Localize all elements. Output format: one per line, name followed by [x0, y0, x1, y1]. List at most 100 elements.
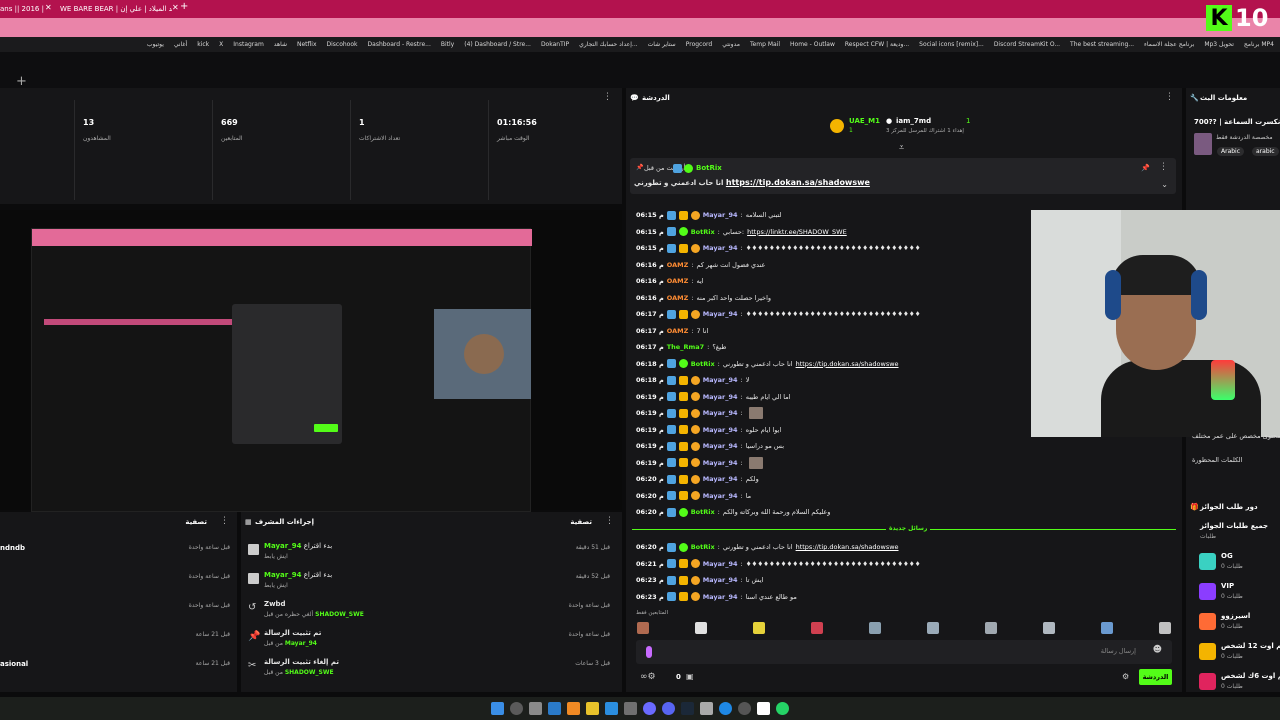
- bookmark-item[interactable]: ستاير شات: [648, 41, 676, 48]
- tag-pill[interactable]: arabic: [1252, 147, 1279, 156]
- filter-label[interactable]: تصفية: [185, 518, 207, 526]
- chat-message[interactable]: 06:17 م OAMZ:7 انا: [636, 324, 708, 338]
- prize-item[interactable]: جميع طلبات الجوائز طلبات: [1198, 520, 1280, 548]
- app-icon[interactable]: [757, 702, 770, 715]
- bookmark-item[interactable]: Respect CFW | وديعة...: [845, 41, 909, 48]
- chat-message[interactable]: 06:19 م Mayar_94:: [636, 456, 763, 470]
- more-options-icon[interactable]: ⋮: [220, 516, 229, 526]
- message-user[interactable]: OAMZ: [667, 294, 689, 302]
- chat-message[interactable]: 06:20 م BotRix: وعليكم السلام ورحمة الله و…: [636, 505, 830, 519]
- chat-message[interactable]: 06:16 م OAMZ: ايه: [636, 274, 704, 288]
- settings-icon[interactable]: ∞⚙: [640, 672, 656, 682]
- bookmark-item[interactable]: Mp3 تحويل: [1204, 41, 1234, 48]
- chat-message[interactable]: 06:20 م Mayar_94: ولكم: [636, 472, 759, 486]
- list-item[interactable]: قبل 21 ساعة: [0, 627, 236, 655]
- mod-action-row[interactable]: 📌 تم تثبيت الرسالة من قبل Mayar_94 قبل س…: [246, 627, 616, 655]
- edge-icon[interactable]: [719, 702, 732, 715]
- tag-pill[interactable]: Arabic: [1217, 147, 1245, 156]
- message-user[interactable]: Mayar_94: [703, 492, 738, 500]
- close-tab-icon[interactable]: ✕: [45, 3, 52, 12]
- chat-message[interactable]: 06:18 م BotRix: انا حاب ادعمني و تطورني ht…: [636, 357, 899, 371]
- message-user[interactable]: Mayar_94: [703, 576, 738, 584]
- message-user[interactable]: Mayar_94: [703, 560, 738, 568]
- app-icon[interactable]: [738, 702, 751, 715]
- viewer-avatar[interactable]: [1159, 622, 1171, 634]
- viewer-avatar[interactable]: [637, 622, 649, 634]
- bookmark-item[interactable]: (4) Dashboard / Stre...: [464, 41, 531, 48]
- more-options-icon[interactable]: ⋮: [605, 516, 614, 526]
- message-user[interactable]: Mayar_94: [703, 211, 738, 219]
- prize-item[interactable]: تايم اوت 6ك لشخص 0 طلبات: [1198, 670, 1280, 698]
- bookmark-item[interactable]: يوتيوب: [147, 41, 164, 48]
- message-user[interactable]: The_Rma7: [667, 343, 704, 351]
- bookmark-item[interactable]: Social icons [remix]...: [919, 41, 984, 48]
- viewer-avatar[interactable]: [1043, 622, 1055, 634]
- app-icon[interactable]: [567, 702, 580, 715]
- message-user[interactable]: BotRix: [691, 508, 715, 516]
- bookmark-item[interactable]: Bitly: [441, 41, 454, 48]
- chat-message[interactable]: 06:21 م Mayar_94: ♦♦♦♦♦♦♦♦♦♦♦♦♦♦♦♦♦♦♦♦♦♦♦♦…: [636, 557, 921, 571]
- prize-item[interactable]: تايم اوت 12 لشخص 0 طلبات: [1198, 640, 1280, 668]
- message-user[interactable]: OAMZ: [667, 277, 689, 285]
- message-user[interactable]: BotRix: [691, 360, 715, 368]
- bookmark-item[interactable]: إعداد حسابك التجاري...: [579, 41, 638, 48]
- app-icon[interactable]: [643, 702, 656, 715]
- mod-action-row[interactable]: ↺ Zwbd ألغي حظره من قبل SHADOW_SWE قبل س…: [246, 598, 616, 626]
- viewer-avatar[interactable]: [869, 622, 881, 634]
- chat-message[interactable]: 06:17 م Mayar_94: ♦♦♦♦♦♦♦♦♦♦♦♦♦♦♦♦♦♦♦♦♦♦♦♦…: [636, 307, 921, 321]
- mod-action-row[interactable]: ✂ تم إلغاء تثبيت الرسالة من قبل SHADOW_S…: [246, 656, 616, 684]
- chat-message[interactable]: 06:16 م OAMZ: عندي فضول انت شهر كم: [636, 258, 765, 272]
- pin-icon[interactable]: 📌: [1141, 164, 1150, 172]
- chat-message[interactable]: 06:19 م Mayar_94: اما الي ايام طيبه: [636, 390, 791, 404]
- bookmark-item[interactable]: Discohook: [327, 41, 358, 48]
- bookmark-item[interactable]: DokanTIP: [541, 41, 569, 48]
- bookmark-item[interactable]: kick: [197, 41, 209, 48]
- bookmark-item[interactable]: أغاني: [174, 41, 187, 48]
- chat-message[interactable]: 06:16 م OAMZ: واخيرا حصلت واحد اكبر منه: [636, 291, 771, 305]
- send-chat-button[interactable]: الدردشة: [1139, 669, 1172, 685]
- more-options-icon[interactable]: ⋮: [603, 92, 612, 102]
- viewer-avatar[interactable]: [695, 622, 707, 634]
- gear-icon[interactable]: ⚙: [1122, 672, 1129, 681]
- chat-message[interactable]: 06:15 م Mayar_94: ♦♦♦♦♦♦♦♦♦♦♦♦♦♦♦♦♦♦♦♦♦♦♦♦…: [636, 241, 921, 255]
- bookmark-item[interactable]: برنامج MP4: [1244, 41, 1274, 48]
- bookmark-item[interactable]: Progcord: [686, 41, 712, 48]
- message-user[interactable]: Mayar_94: [703, 426, 738, 434]
- message-link[interactable]: https://tip.dokan.sa/shadowswe: [796, 543, 899, 551]
- message-link[interactable]: https://tip.dokan.sa/shadowswe: [796, 360, 899, 368]
- folder-icon[interactable]: [586, 702, 599, 715]
- message-link[interactable]: https://linktr.ee/SHADOW_SWE: [747, 228, 847, 236]
- bookmark-item[interactable]: The best streaming...: [1070, 41, 1134, 48]
- emoji-icon[interactable]: ☻: [1153, 645, 1162, 655]
- prize-item[interactable]: اسيرزوو 0 طلبات: [1198, 610, 1280, 638]
- message-user[interactable]: Mayar_94: [703, 409, 738, 417]
- stream-video[interactable]: [31, 228, 532, 512]
- new-tab-icon[interactable]: +: [180, 1, 188, 12]
- stream-preview[interactable]: [0, 210, 622, 512]
- viewer-avatar[interactable]: [985, 622, 997, 634]
- close-tab-icon[interactable]: ✕: [172, 3, 179, 12]
- list-item[interactable]: قبل ساعة واحدة: [0, 569, 236, 597]
- chat-message[interactable]: 06:19 م Mayar_94: ايوا ايام حلوه: [636, 423, 781, 437]
- message-user[interactable]: OAMZ: [667, 327, 689, 335]
- chat-message[interactable]: 06:23 م Mayar_94: ايش تا: [636, 573, 763, 587]
- whatsapp-icon[interactable]: [776, 702, 789, 715]
- prize-item[interactable]: OG 0 طلبات: [1198, 550, 1280, 578]
- bookmark-item[interactable]: Netflix: [297, 41, 317, 48]
- bookmark-item[interactable]: مدونتي: [722, 41, 740, 48]
- chat-message[interactable]: 06:17 م The_Rma7: طيغ؟: [636, 340, 726, 354]
- list-item[interactable]: قبل ساعة واحدة: [0, 598, 236, 626]
- bookmark-item[interactable]: Discord StreamKit O...: [994, 41, 1060, 48]
- message-user[interactable]: Mayar_94: [703, 593, 738, 601]
- bookmark-item[interactable]: Temp Mail: [750, 41, 780, 48]
- message-user[interactable]: BotRix: [691, 543, 715, 551]
- mod-action-row[interactable]: Mayar_94 بدء اقتراع ايش يابط قبل 52 دقيق…: [246, 569, 616, 597]
- message-user[interactable]: Mayar_94: [703, 459, 738, 467]
- chat-message[interactable]: 06:15 م BotRix: حسابي: https://linktr.ee/S…: [636, 225, 847, 239]
- bookmark-item[interactable]: Home - Outlaw: [790, 41, 835, 48]
- bookmark-item[interactable]: Dashboard - Restre...: [368, 41, 431, 48]
- search-icon[interactable]: [510, 702, 523, 715]
- pinned-link[interactable]: https://tip.dokan.sa/shadowswe: [726, 178, 870, 187]
- bookmark-item[interactable]: Instagram: [233, 41, 264, 48]
- vscode-icon[interactable]: [605, 702, 618, 715]
